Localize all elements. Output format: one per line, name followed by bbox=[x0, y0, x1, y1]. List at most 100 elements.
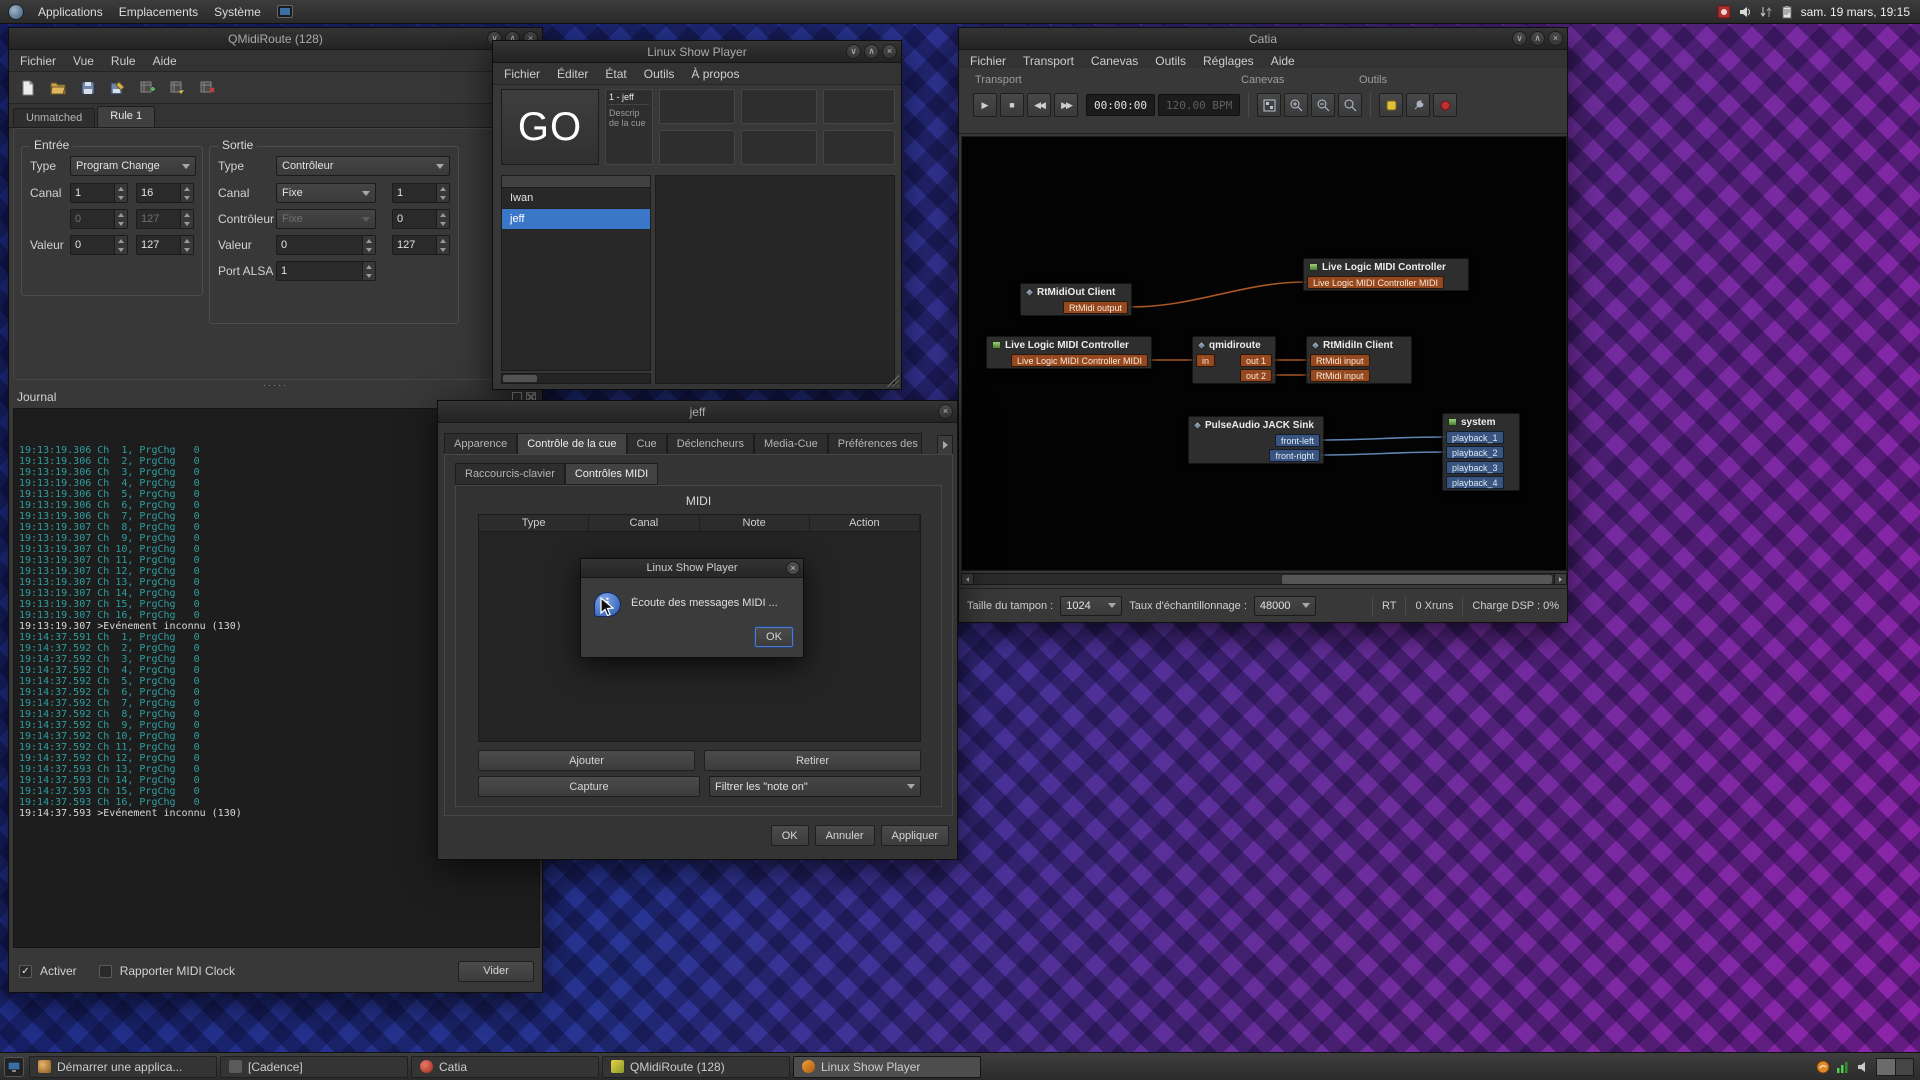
scroll-right-icon[interactable] bbox=[1554, 574, 1566, 584]
level-meter-icon[interactable] bbox=[1836, 1060, 1850, 1074]
midi-out-port[interactable]: out 2 bbox=[1240, 369, 1272, 382]
close-icon[interactable] bbox=[882, 44, 897, 59]
clock[interactable]: sam. 19 mars, 19:15 bbox=[1801, 5, 1910, 19]
subtab-controles-midi[interactable]: Contrôles MIDI bbox=[565, 463, 658, 485]
midi-out-port[interactable]: Live Logic MIDI Controller MIDI bbox=[1011, 354, 1148, 367]
tab-scroll-right-icon[interactable] bbox=[937, 435, 953, 455]
column-note[interactable]: Note bbox=[700, 515, 810, 531]
close-icon[interactable] bbox=[786, 561, 800, 575]
menu-item[interactable]: État bbox=[597, 65, 634, 83]
cue-button-jeff[interactable]: 1 - jeff Descrip de la cue bbox=[605, 89, 653, 165]
list-item-jeff[interactable]: jeff bbox=[502, 209, 650, 230]
shade-icon[interactable] bbox=[1512, 31, 1527, 46]
annuler-button[interactable]: Annuler bbox=[815, 825, 875, 846]
list-item-iwan[interactable]: Iwan bbox=[502, 188, 650, 209]
tab-unmatched[interactable]: Unmatched bbox=[13, 108, 95, 127]
audio-out-port[interactable]: front-right bbox=[1269, 449, 1320, 462]
column-canal[interactable]: Canal bbox=[589, 515, 699, 531]
jeff-titlebar[interactable]: jeff bbox=[438, 401, 957, 423]
node-rtmidiin-client[interactable]: RtMidiIn Client RtMidi inputRtMidi input bbox=[1306, 336, 1412, 384]
open-file-icon[interactable] bbox=[45, 75, 71, 101]
network-icon[interactable] bbox=[1759, 5, 1773, 19]
task-item-catia[interactable]: Catia bbox=[411, 1056, 599, 1078]
rewind-icon[interactable] bbox=[1027, 93, 1051, 117]
save-as-icon[interactable] bbox=[105, 75, 131, 101]
tab-preferences[interactable]: Préférences des bbox=[828, 433, 922, 455]
zoom-fit-icon[interactable] bbox=[1257, 93, 1281, 117]
record-icon[interactable] bbox=[1433, 93, 1457, 117]
tab-apparence[interactable]: Apparence bbox=[444, 433, 517, 455]
tab-rule1[interactable]: Rule 1 bbox=[97, 106, 155, 127]
stop-icon[interactable] bbox=[1000, 93, 1024, 117]
canal-max-spin[interactable]: 16 bbox=[136, 183, 194, 203]
tab-controle-cue[interactable]: Contrôle de la cue bbox=[517, 433, 626, 455]
shade-icon[interactable] bbox=[846, 44, 861, 59]
entree-type-combo[interactable]: Program Change bbox=[70, 156, 196, 176]
buffer-size-combo[interactable]: 1024 bbox=[1060, 596, 1122, 616]
cue-slot-empty[interactable] bbox=[823, 89, 895, 124]
configure-icon[interactable] bbox=[1379, 93, 1403, 117]
canal-value-spin[interactable]: 1 bbox=[392, 183, 450, 203]
menu-item[interactable]: Fichier bbox=[12, 52, 64, 70]
node-pulseaudio-sink[interactable]: PulseAudio JACK Sink front-leftfront-rig… bbox=[1188, 416, 1324, 464]
filtre-combo[interactable]: Filtrer les "note on" bbox=[709, 776, 921, 797]
port-alsa-spin[interactable]: 1 bbox=[276, 261, 376, 281]
audio-in-port[interactable]: playback_3 bbox=[1446, 461, 1504, 474]
sample-rate-combo[interactable]: 48000 bbox=[1254, 596, 1316, 616]
activer-checkbox[interactable] bbox=[19, 965, 32, 978]
lsp-titlebar[interactable]: Linux Show Player bbox=[493, 41, 901, 63]
panel-menu-item[interactable]: Système bbox=[206, 2, 269, 22]
list-hscrollbar[interactable] bbox=[501, 373, 651, 384]
menu-item[interactable]: Outils bbox=[636, 65, 683, 83]
patchbay-canvas[interactable]: RtMidiOut Client RtMidi output Live Logi… bbox=[961, 136, 1567, 571]
midi-in-port[interactable]: Live Logic MIDI Controller MIDI bbox=[1307, 276, 1444, 289]
range-min-spin[interactable]: 0 bbox=[70, 209, 128, 229]
menu-item[interactable]: À propos bbox=[683, 65, 747, 83]
midi-out-port[interactable]: out 1 bbox=[1240, 354, 1272, 367]
controleur-value-spin[interactable]: 0 bbox=[392, 209, 450, 229]
task-item-qmidiroute[interactable]: QMidiRoute (128) bbox=[602, 1056, 790, 1078]
task-item-launcher[interactable]: Démarrer une applica... bbox=[29, 1056, 217, 1078]
menu-item[interactable]: Canevas bbox=[1083, 52, 1146, 70]
save-file-icon[interactable] bbox=[75, 75, 101, 101]
ok-button[interactable]: OK bbox=[771, 825, 809, 846]
audio-out-port[interactable]: front-left bbox=[1275, 434, 1320, 447]
menu-item[interactable]: Transport bbox=[1015, 52, 1082, 70]
task-item-lsp[interactable]: Linux Show Player bbox=[793, 1056, 981, 1078]
tab-declencheurs[interactable]: Déclencheurs bbox=[667, 433, 754, 455]
appliquer-button[interactable]: Appliquer bbox=[881, 825, 949, 846]
scrollbar-thumb[interactable] bbox=[503, 375, 537, 382]
play-icon[interactable] bbox=[973, 93, 997, 117]
cue-slot-empty[interactable] bbox=[823, 130, 895, 165]
task-item-cadence[interactable]: [Cadence] bbox=[220, 1056, 408, 1078]
tab-media-cue[interactable]: Media-Cue bbox=[754, 433, 828, 455]
cue-slot-empty[interactable] bbox=[741, 89, 817, 124]
sortie-valeur-min-spin[interactable]: 0 bbox=[276, 235, 376, 255]
audio-in-port[interactable]: playback_1 bbox=[1446, 431, 1504, 444]
msgbox-ok-button[interactable]: OK bbox=[755, 627, 793, 647]
go-button[interactable]: GO bbox=[501, 89, 599, 165]
canal-mode-combo[interactable]: Fixe bbox=[276, 183, 376, 203]
distro-menu-icon[interactable] bbox=[8, 4, 24, 20]
wrench-icon[interactable] bbox=[1406, 93, 1430, 117]
zoom-out-icon[interactable] bbox=[1311, 93, 1335, 117]
catia-titlebar[interactable]: Catia bbox=[959, 28, 1567, 50]
record-icon[interactable] bbox=[1717, 5, 1731, 19]
forward-icon[interactable] bbox=[1054, 93, 1078, 117]
menu-item[interactable]: Aide bbox=[145, 52, 185, 70]
menu-item[interactable]: Éditer bbox=[549, 65, 596, 83]
menu-item[interactable]: Fichier bbox=[496, 65, 548, 83]
duplicate-rule-icon[interactable] bbox=[165, 75, 191, 101]
display-settings-icon[interactable] bbox=[277, 5, 293, 18]
splitter-handle[interactable]: ····· bbox=[9, 380, 542, 390]
delete-rule-icon[interactable] bbox=[195, 75, 221, 101]
close-icon[interactable] bbox=[938, 404, 953, 419]
retirer-button[interactable]: Retirer bbox=[704, 750, 921, 771]
menu-item[interactable]: Aide bbox=[1263, 52, 1303, 70]
cadence-tray-icon[interactable] bbox=[1816, 1060, 1830, 1074]
panel-menu-item[interactable]: Emplacements bbox=[111, 2, 206, 22]
qmidiroute-titlebar[interactable]: QMidiRoute (128) bbox=[9, 28, 542, 50]
menu-item[interactable]: Fichier bbox=[962, 52, 1014, 70]
panel-menu-item[interactable]: Applications bbox=[30, 2, 111, 22]
range-max-spin[interactable]: 127 bbox=[136, 209, 194, 229]
